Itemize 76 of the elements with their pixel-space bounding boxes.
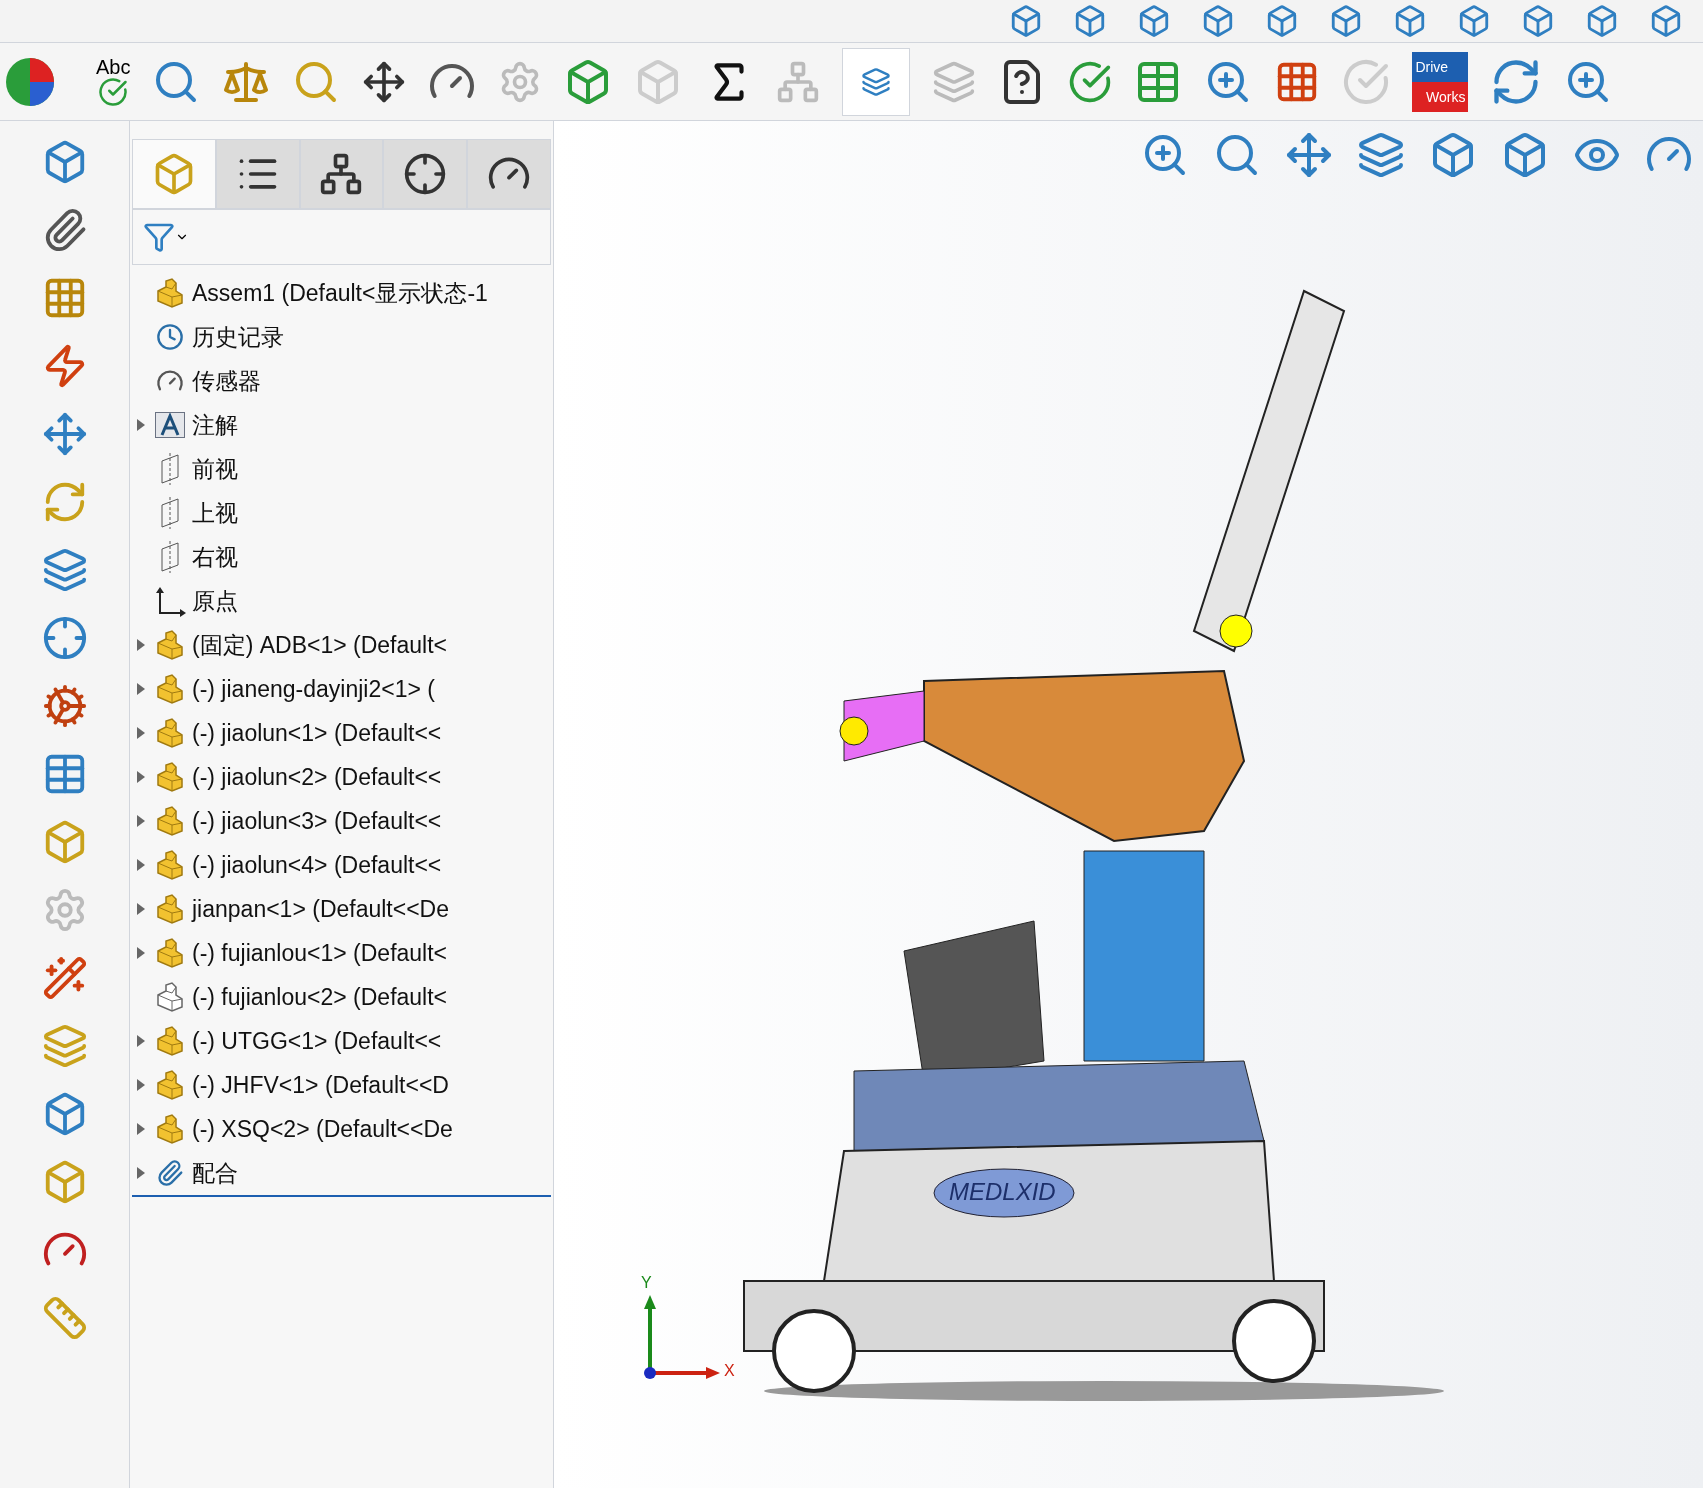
panel-tab[interactable] (299, 139, 384, 209)
view-cube-icon[interactable] (1585, 4, 1619, 38)
tool-icon[interactable] (41, 411, 88, 457)
tree-item[interactable]: (-) UTGG<1> (Default<< (192, 1023, 442, 1059)
tree-item[interactable]: 上视 (192, 495, 238, 531)
expand-arrow-icon[interactable] (137, 683, 145, 695)
expand-arrow-icon[interactable] (137, 1123, 145, 1135)
tree-item[interactable]: (-) jiaolun<3> (Default<< (192, 803, 442, 839)
expand-arrow-icon[interactable] (137, 1167, 145, 1179)
view-tool-icon[interactable] (1285, 131, 1333, 179)
model-logo: MEDLXID (949, 1177, 1056, 1207)
tree-item[interactable]: Assem1 (Default<显示状态-1 (192, 275, 488, 311)
tree-item[interactable]: 右视 (192, 539, 238, 575)
expand-arrow-icon[interactable] (137, 947, 145, 959)
view-cube-icon[interactable] (1009, 4, 1043, 38)
tree-item[interactable]: 前视 (192, 451, 238, 487)
tree-item[interactable]: (-) XSQ<2> (Default<<De (192, 1111, 453, 1147)
tree-item[interactable]: jianpan<1> (Default<<De (192, 891, 450, 927)
tree-item[interactable]: 配合 (192, 1155, 238, 1191)
expand-arrow-icon[interactable] (137, 903, 145, 915)
panel-tab[interactable] (215, 139, 300, 209)
expand-arrow-icon[interactable] (137, 1035, 145, 1047)
view-tool-icon[interactable] (1357, 131, 1405, 179)
origin-icon (154, 585, 186, 617)
view-cube-icon[interactable] (1073, 4, 1107, 38)
history-folder-icon (156, 323, 184, 351)
check-icon[interactable] (1068, 59, 1113, 104)
view-cube-icon[interactable] (1265, 4, 1299, 38)
expand-arrow-icon[interactable] (137, 419, 145, 431)
spell-check-button[interactable]: Abc (96, 56, 131, 107)
tree-item[interactable]: 历史记录 (192, 319, 284, 355)
part-icon (154, 277, 186, 309)
check-icon[interactable] (1342, 57, 1391, 106)
view-cube-icon[interactable] (1457, 4, 1491, 38)
tree-item[interactable]: (-) fujianlou<2> (Default< (192, 979, 448, 1015)
tree-item[interactable]: (-) fujianlou<1> (Default< (192, 935, 448, 971)
view-cube-icon[interactable] (1137, 4, 1171, 38)
layers-icon (861, 66, 892, 97)
expand-arrow-icon[interactable] (137, 859, 145, 871)
view-cube-icon[interactable] (1393, 4, 1427, 38)
tree-item[interactable]: 传感器 (192, 363, 261, 399)
tool-icon[interactable] (41, 615, 88, 661)
tree-item[interactable]: 注解 (192, 407, 238, 443)
view-cube-icon[interactable] (1649, 4, 1683, 38)
plane-icon (158, 497, 182, 529)
plane-icon (158, 453, 182, 485)
plane-icon (158, 541, 182, 573)
tree-item[interactable]: (-) jiaolun<2> (Default<< (192, 759, 442, 795)
tool-icon[interactable] (41, 955, 88, 1001)
move-icon[interactable] (362, 59, 407, 104)
expand-arrow-icon[interactable] (137, 727, 145, 739)
tree-item[interactable]: (-) jiaolun<1> (Default<< (192, 715, 442, 751)
tool-icon[interactable] (41, 683, 88, 729)
view-cube-icon[interactable] (1201, 4, 1235, 38)
view-cube-icon[interactable] (1521, 4, 1555, 38)
tool-icon[interactable] (41, 547, 88, 593)
annotation-folder-icon (155, 412, 185, 438)
axis-label: X (724, 1361, 735, 1381)
expand-arrow-icon[interactable] (137, 639, 145, 651)
tree-item[interactable]: (固定) ADB<1> (Default< (192, 627, 447, 663)
axis-label: Y (641, 1273, 652, 1293)
crosshair-icon (403, 152, 448, 196)
tree-item[interactable]: (-) JHFV<1> (Default<<D (192, 1067, 449, 1103)
expand-arrow-icon[interactable] (137, 815, 145, 827)
panel-tab[interactable] (467, 139, 551, 209)
filter-icon[interactable] (143, 221, 175, 253)
expand-arrow-icon[interactable] (137, 1079, 145, 1091)
paperclip-icon (156, 1159, 184, 1187)
tree-item[interactable]: 原点 (192, 583, 238, 619)
panel-tab[interactable] (383, 139, 468, 209)
tree-item[interactable]: (-) jianeng-dayinji2<1> ( (192, 671, 435, 707)
tree-item[interactable]: (-) jiaolun<4> (Default<< (192, 847, 442, 883)
expand-arrow-icon[interactable] (137, 771, 145, 783)
hierarchy-icon (319, 152, 364, 196)
pressed-tool-button[interactable] (842, 47, 911, 116)
view-cube-icon[interactable] (1329, 4, 1363, 38)
